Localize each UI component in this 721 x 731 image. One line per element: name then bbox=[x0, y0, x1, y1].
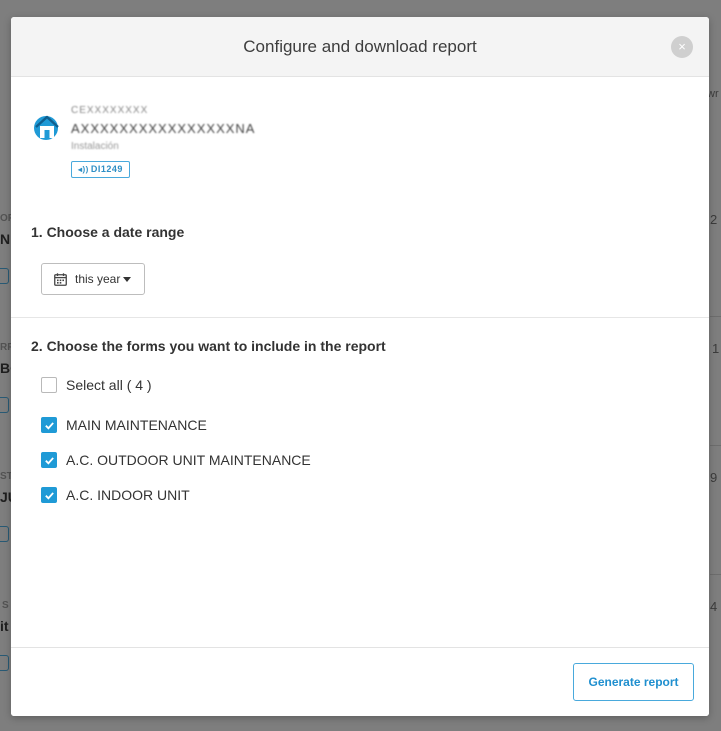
generate-report-button[interactable]: Generate report bbox=[573, 663, 694, 701]
modal-header: Configure and download report × bbox=[11, 17, 709, 77]
form-checkbox[interactable] bbox=[41, 417, 57, 433]
device-badge: ◂)) DI1249 bbox=[71, 161, 130, 178]
form-option-label[interactable]: A.C. OUTDOOR UNIT MAINTENANCE bbox=[66, 452, 311, 468]
check-icon bbox=[44, 491, 54, 500]
select-all-label[interactable]: Select all ( 4 ) bbox=[66, 377, 152, 393]
form-option-row[interactable]: MAIN MAINTENANCE bbox=[41, 417, 207, 433]
check-icon bbox=[44, 421, 54, 430]
caret-down-icon bbox=[123, 276, 132, 282]
section-forms-title: 2. Choose the forms you want to include … bbox=[31, 338, 386, 354]
form-checkbox[interactable] bbox=[41, 487, 57, 503]
form-checkbox[interactable] bbox=[41, 452, 57, 468]
modal-title: Configure and download report bbox=[243, 36, 477, 56]
site-card: CEXXXXXXXX AXXXXXXXXXXXXXXXXNA Instalaci… bbox=[33, 101, 333, 181]
section-divider bbox=[11, 317, 709, 318]
form-option-row[interactable]: A.C. OUTDOOR UNIT MAINTENANCE bbox=[41, 452, 311, 468]
date-range-dropdown[interactable]: this year bbox=[41, 263, 145, 295]
site-blurred-line: Instalación bbox=[71, 141, 119, 152]
calendar-icon bbox=[54, 272, 67, 286]
site-blurred-line: CEXXXXXXXX bbox=[71, 105, 149, 116]
report-modal: Configure and download report × CEXXXXXX… bbox=[11, 17, 709, 716]
form-option-label[interactable]: MAIN MAINTENANCE bbox=[66, 417, 207, 433]
modal-footer: Generate report bbox=[11, 647, 709, 716]
date-range-label: this year bbox=[75, 272, 121, 286]
section-date-title: 1. Choose a date range bbox=[31, 224, 185, 240]
select-all-row[interactable]: Select all ( 4 ) bbox=[41, 377, 152, 393]
close-button[interactable]: × bbox=[671, 36, 693, 58]
form-option-row[interactable]: A.C. INDOOR UNIT bbox=[41, 487, 190, 503]
select-all-checkbox[interactable] bbox=[41, 377, 57, 393]
home-icon bbox=[34, 115, 59, 140]
form-option-label[interactable]: A.C. INDOOR UNIT bbox=[66, 487, 190, 503]
site-blurred-line: AXXXXXXXXXXXXXXXXNA bbox=[71, 121, 256, 136]
check-icon bbox=[44, 456, 54, 465]
signal-icon: ◂)) bbox=[78, 165, 89, 174]
device-id: DI1249 bbox=[90, 164, 123, 174]
